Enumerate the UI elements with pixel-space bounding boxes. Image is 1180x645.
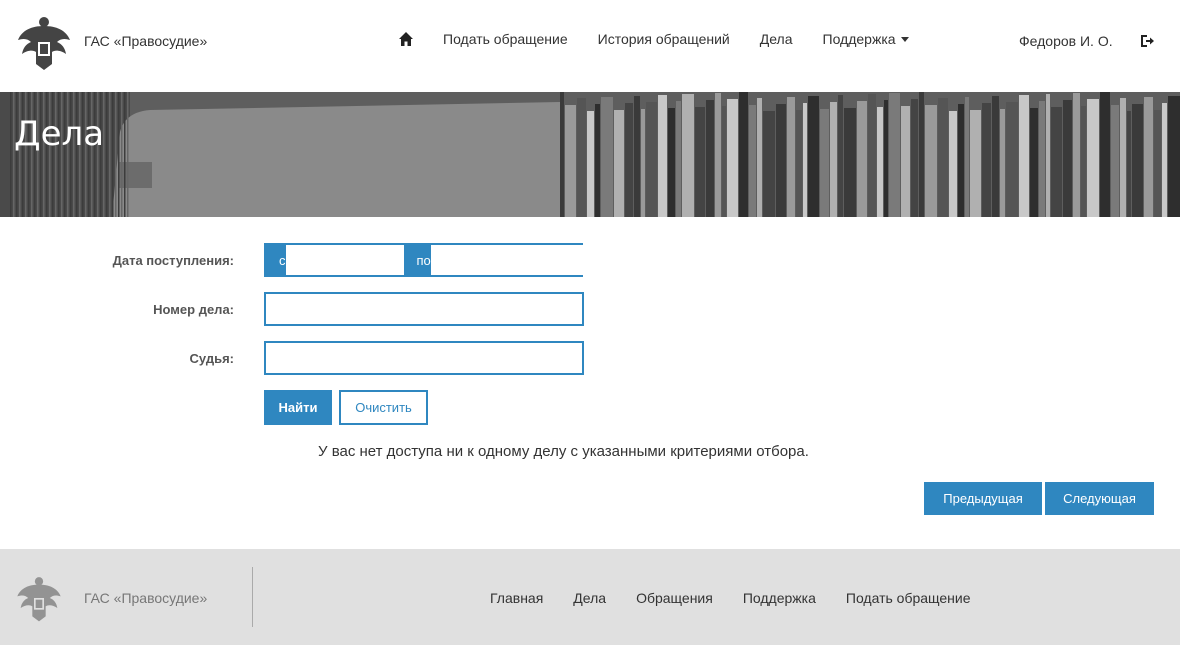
page-title: Дела — [14, 114, 105, 154]
footer-link-requests[interactable]: Обращения — [636, 590, 713, 606]
home-icon[interactable] — [398, 31, 414, 47]
banner-background-image — [0, 92, 1180, 217]
judge-input[interactable] — [264, 341, 584, 375]
footer: ГАС «Правосудие» Главная Дела Обращения … — [0, 549, 1180, 645]
date-label: Дата поступления: — [112, 253, 234, 268]
date-range-group: с по — [264, 243, 607, 277]
footer-link-cases[interactable]: Дела — [573, 590, 606, 606]
logout-icon[interactable] — [1139, 33, 1155, 49]
nav-submit-request[interactable]: Подать обращение — [443, 31, 568, 47]
date-to-input[interactable] — [430, 245, 607, 275]
date-to-addon: по — [403, 245, 431, 275]
nav-support-dropdown[interactable]: Поддержка — [823, 31, 909, 47]
coat-of-arms-icon[interactable] — [14, 12, 74, 72]
caret-down-icon — [900, 37, 909, 42]
coat-of-arms-icon — [17, 577, 61, 622]
brand-name[interactable]: ГАС «Правосудие» — [84, 33, 207, 49]
footer-brand: ГАС «Правосудие» — [84, 590, 208, 606]
date-from-input[interactable] — [285, 245, 404, 275]
footer-nav: Главная Дела Обращения Поддержка Подать … — [490, 590, 1001, 606]
case-number-input[interactable] — [264, 292, 584, 326]
prev-page-button[interactable]: Предыдущая — [924, 482, 1042, 515]
footer-divider — [252, 567, 253, 627]
footer-link-support[interactable]: Поддержка — [743, 590, 816, 606]
no-access-message: У вас нет доступа ни к одному делу с ука… — [318, 443, 809, 460]
search-button[interactable]: Найти — [264, 390, 332, 425]
judge-label: Судья: — [189, 351, 234, 366]
date-from-addon: с — [266, 245, 286, 275]
user-name[interactable]: Федоров И. О. — [1019, 33, 1113, 49]
footer-link-submit-request[interactable]: Подать обращение — [846, 590, 971, 606]
next-page-button[interactable]: Следующая — [1045, 482, 1154, 515]
main-nav: Подать обращение История обращений Дела … — [398, 31, 939, 47]
nav-cases[interactable]: Дела — [760, 31, 793, 47]
page-banner: Дела — [0, 92, 1180, 217]
clear-button[interactable]: Очистить — [339, 390, 428, 425]
header: ГАС «Правосудие» Подать обращение Истори… — [0, 0, 1180, 92]
nav-support-label: Поддержка — [822, 31, 896, 47]
case-number-label: Номер дела: — [153, 302, 234, 317]
footer-link-home[interactable]: Главная — [490, 590, 543, 606]
nav-request-history[interactable]: История обращений — [598, 31, 730, 47]
